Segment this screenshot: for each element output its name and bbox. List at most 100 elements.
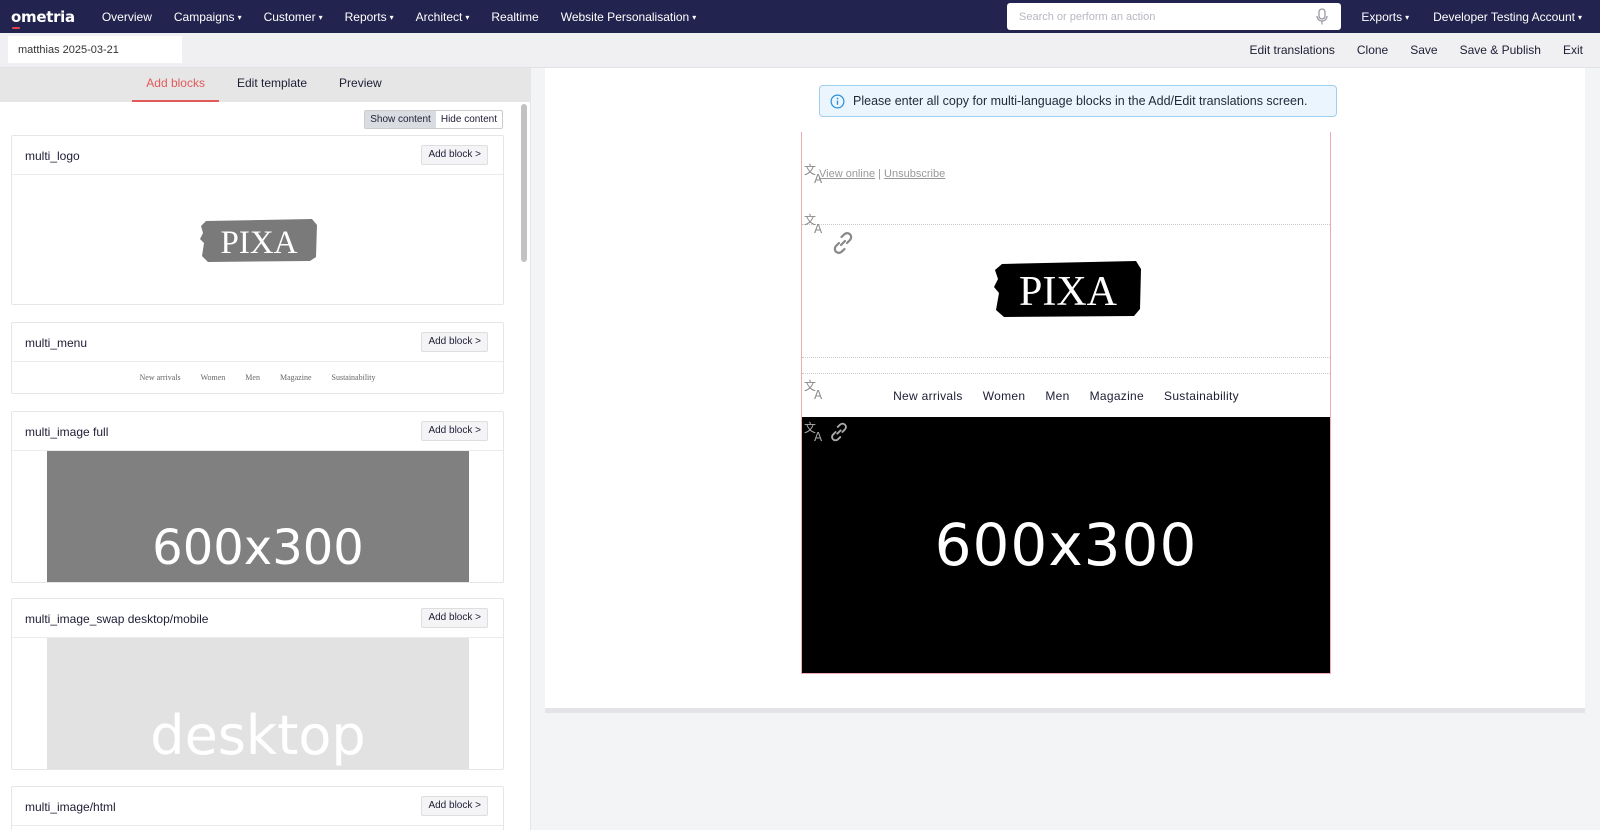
menu-item: New arrivals — [139, 373, 181, 382]
preheader-block[interactable]: View online | Unsubscribe 文A — [802, 132, 1330, 225]
account-menu[interactable]: Developer Testing Account ▾ — [1433, 10, 1582, 24]
caret-down-icon: ▾ — [1577, 12, 1582, 22]
block-title: multi_image full — [25, 425, 109, 439]
link-icon[interactable] — [828, 421, 850, 443]
image-placeholder-text: 600x300 — [152, 520, 364, 576]
translate-icon[interactable]: 文A — [803, 162, 827, 184]
menu-item-men[interactable]: Men — [1045, 389, 1069, 403]
nav-website-personalisation[interactable]: Website Personalisation ▾ — [561, 10, 697, 24]
action-buttons: Edit translations Clone Save Save & Publ… — [1227, 33, 1583, 67]
menu-item: Men — [245, 373, 260, 382]
translate-icon[interactable]: 文A — [803, 420, 827, 442]
panel-tabs: Add blocks Edit template Preview — [0, 68, 530, 102]
svg-text:A: A — [814, 430, 823, 442]
link-separator: | — [878, 168, 881, 180]
caret-down-icon: ▾ — [465, 12, 470, 22]
pixa-logo-text: PIXA — [1019, 269, 1118, 315]
nav-overview[interactable]: Overview — [102, 10, 152, 24]
block-card-multi-logo: multi_logo Add block > PIXA — [11, 135, 504, 305]
caret-down-icon: ▾ — [692, 12, 697, 22]
view-online-link[interactable]: View online — [819, 168, 875, 180]
preheader-links: View online | Unsubscribe — [819, 168, 945, 180]
email-menu: New arrivals Women Men Magazine Sustaina… — [802, 389, 1330, 403]
menu-thumbnail: New arrivals Women Men Magazine Sustaina… — [12, 362, 503, 382]
search-input[interactable] — [1019, 10, 1315, 23]
tab-edit-template[interactable]: Edit template — [223, 68, 321, 102]
menu-block[interactable]: 文A New arrivals Women Men Magazine Susta… — [802, 374, 1330, 417]
pixa-logo-thumbnail: PIXA — [200, 219, 317, 262]
pixa-logo: PIXA — [994, 261, 1141, 317]
panel-scrollbar[interactable] — [519, 102, 529, 830]
block-title: multi_menu — [25, 336, 88, 350]
nav-realtime-label: Realtime — [491, 9, 539, 24]
add-block-button[interactable]: Add block > — [421, 608, 488, 628]
template-name-input[interactable] — [8, 36, 182, 63]
add-block-button[interactable]: Add block > — [421, 332, 488, 352]
add-block-button[interactable]: Add block > — [421, 796, 488, 816]
add-block-button[interactable]: Add block > — [421, 421, 488, 441]
block-card-multi-image-html: multi_image/html Add block > — [11, 786, 504, 830]
exit-button[interactable]: Exit — [1563, 43, 1583, 57]
svg-text:A: A — [814, 172, 823, 184]
menu-item-new-arrivals[interactable]: New arrivals — [893, 389, 963, 403]
link-icon[interactable] — [830, 230, 856, 256]
exports-label: Exports — [1361, 9, 1403, 24]
top-navigation: ometria Overview Campaigns ▾ Customer ▾ Re… — [0, 0, 1600, 33]
image-placeholder-thumbnail: desktop — [47, 638, 469, 769]
hero-placeholder-text: 600x300 — [934, 511, 1198, 579]
caret-down-icon: ▾ — [237, 12, 242, 22]
tab-preview[interactable]: Preview — [325, 68, 396, 102]
nav-architect[interactable]: Architect ▾ — [416, 10, 470, 24]
show-content-button[interactable]: Show content — [365, 111, 436, 128]
save-button[interactable]: Save — [1410, 43, 1437, 57]
caret-down-icon: ▾ — [389, 12, 394, 22]
account-label: Developer Testing Account — [1433, 9, 1575, 24]
save-publish-button[interactable]: Save & Publish — [1460, 43, 1541, 57]
blocks-panel: Add blocks Edit template Preview Show co… — [0, 68, 531, 830]
nav-reports[interactable]: Reports ▾ — [345, 10, 394, 24]
caret-down-icon: ▾ — [1405, 12, 1410, 22]
block-title: multi_logo — [25, 149, 80, 163]
menu-item: Magazine — [279, 373, 312, 382]
email-canvas: Please enter all copy for multi-language… — [545, 68, 1585, 713]
nav-overview-label: Overview — [101, 9, 152, 24]
scrollbar-thumb[interactable] — [521, 104, 527, 262]
block-title: multi_image_swap desktop/mobile — [25, 612, 209, 626]
image-placeholder-text: desktop — [150, 704, 366, 767]
logo-block[interactable]: 文A PIXA — [802, 212, 1330, 358]
right-navigation: Exports ▾ Developer Testing Account ▾ — [1337, 0, 1582, 33]
add-block-button[interactable]: Add block > — [421, 145, 488, 165]
tab-add-blocks[interactable]: Add blocks — [132, 68, 219, 102]
block-card-multi-image-swap: multi_image_swap desktop/mobile Add bloc… — [11, 598, 504, 770]
nav-customer[interactable]: Customer ▾ — [264, 10, 323, 24]
pixa-logo-text: PIXA — [220, 225, 297, 261]
nav-customer-label: Customer — [263, 9, 316, 24]
clone-button[interactable]: Clone — [1357, 43, 1388, 57]
block-title: multi_image/html — [25, 800, 116, 814]
unsubscribe-link[interactable]: Unsubscribe — [884, 168, 945, 180]
menu-item-women[interactable]: Women — [983, 389, 1026, 403]
block-card-multi-image-full: multi_image full Add block > 600x300 — [11, 411, 504, 583]
menu-item: Women — [200, 373, 226, 382]
content-toggle: Show content Hide content — [364, 110, 503, 129]
menu-item-magazine[interactable]: Magazine — [1090, 389, 1144, 403]
info-message: Please enter all copy for multi-language… — [853, 94, 1308, 108]
microphone-icon[interactable] — [1315, 7, 1329, 26]
menu-item-sustainability[interactable]: Sustainability — [1164, 389, 1239, 403]
nav-realtime[interactable]: Realtime — [491, 10, 538, 24]
ometria-logo[interactable]: ometria — [11, 8, 75, 29]
menu-item: Sustainability — [331, 373, 376, 382]
nav-architect-label: Architect — [415, 9, 463, 24]
exports-menu[interactable]: Exports ▾ — [1361, 10, 1409, 24]
edit-translations-button[interactable]: Edit translations — [1249, 43, 1334, 57]
search-bar — [1007, 3, 1341, 30]
hide-content-button[interactable]: Hide content — [436, 111, 502, 128]
image-placeholder-thumbnail: 600x300 — [47, 451, 469, 582]
action-bar: Edit translations Clone Save Save & Publ… — [0, 33, 1600, 68]
hero-image-block[interactable]: 600x300 文A — [802, 417, 1330, 673]
nav-website-personalisation-label: Website Personalisation — [560, 9, 690, 24]
translate-icon[interactable]: 文A — [803, 212, 827, 234]
nav-campaigns[interactable]: Campaigns ▾ — [174, 10, 242, 24]
spacer-block[interactable] — [802, 358, 1330, 374]
email-template: View online | Unsubscribe 文A 文A PIXA 文 A… — [801, 132, 1331, 674]
